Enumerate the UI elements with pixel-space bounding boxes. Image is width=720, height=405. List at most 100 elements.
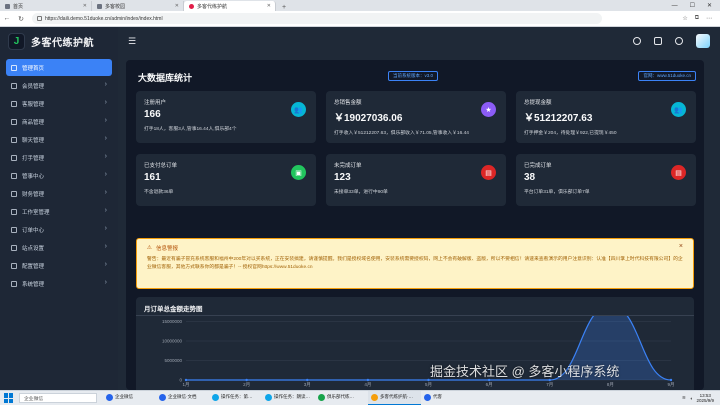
box-icon: [11, 118, 17, 125]
taskbar: 企业微信 企业微信 企业微信·文档 操作任务：第… 操作任务：朗读… 俱乐部代练…: [0, 390, 720, 405]
watermark: 掘金技术社区 @ 多客小程序系统: [430, 364, 620, 379]
close-icon[interactable]: ✕: [267, 3, 271, 9]
page-header: 大数据库统计 当前系统版本：v3.0 官网：www.51duoke.cn: [138, 70, 696, 84]
x-tick-label: 3月: [304, 382, 311, 388]
sidebar-item-studio[interactable]: 工作室管理 ›: [6, 203, 112, 220]
taskbar-app[interactable]: 企业微信·文档: [156, 391, 209, 405]
more-icon[interactable]: ⋯: [706, 15, 712, 22]
taskbar-app[interactable]: 企业微信: [103, 391, 156, 405]
taskbar-app[interactable]: 代客: [421, 391, 474, 405]
chevron-right-icon: ›: [104, 261, 107, 268]
browser-tabbar: 首页 ✕ 多客校园 ✕ 多客代练护航 ✕ + — ☐ ✕: [0, 0, 720, 11]
close-window-icon[interactable]: ✕: [707, 2, 712, 9]
taskbar-search[interactable]: 企业微信: [19, 393, 97, 403]
y-tick-label: 5000000: [164, 358, 182, 363]
mail-icon[interactable]: [654, 37, 662, 45]
stat-card-done-orders: 已完成订单 38 平台订单31单，俱乐部订单7单 ▤: [516, 154, 696, 206]
app-icon: [424, 393, 431, 401]
page-icon: [97, 3, 102, 9]
topbar: ☰: [118, 27, 720, 55]
sidebar-item-site[interactable]: 站点设置 ›: [6, 239, 112, 256]
clear-cache-icon[interactable]: [633, 37, 641, 45]
maximize-icon[interactable]: ☐: [690, 2, 695, 9]
headset-icon: [11, 100, 17, 107]
sidebar-item-finance[interactable]: 财务管理 ›: [6, 185, 112, 202]
page-title: 大数据库统计: [138, 72, 193, 83]
y-tick-label: 10000000: [162, 339, 183, 344]
browser-tab[interactable]: 多客校园 ✕: [92, 1, 184, 11]
site-badge[interactable]: 官网：www.51duoke.cn: [638, 71, 696, 81]
list-icon: [11, 226, 17, 233]
brand[interactable]: J 多客代练护航: [0, 27, 118, 55]
chevron-right-icon: ›: [104, 189, 107, 196]
globe-icon: [11, 244, 17, 251]
sidebar-item-system[interactable]: 系统管理 ›: [6, 275, 112, 292]
close-icon[interactable]: ✕: [175, 3, 179, 9]
browser-tab[interactable]: 首页 ✕: [0, 1, 92, 11]
data-point: [184, 378, 188, 382]
extensions-icon[interactable]: ⧉: [695, 15, 699, 22]
sidebar-item-goods[interactable]: 商品管理 ›: [6, 113, 112, 130]
chevron-right-icon: ›: [104, 81, 107, 88]
sidebar-item-members[interactable]: 会员管理 ›: [6, 77, 112, 94]
minimize-icon[interactable]: —: [672, 3, 678, 9]
volume-icon[interactable]: ◖: [690, 396, 693, 401]
stat-card-users: 注册用户 166 打手18人，客服3人,管事16.44人,俱乐部4个 👥: [136, 91, 316, 143]
sidebar-menu: 管理首页 会员管理 › 客服管理 › 商品管理 › 聊天管理 › 打手管理 › 管事中心 ›…: [0, 55, 118, 297]
x-tick-label: 6月: [486, 382, 493, 388]
sidebar-item-orders[interactable]: 订单中心 ›: [6, 221, 112, 238]
app-icon: [106, 393, 113, 401]
url-field[interactable]: https://daili.demo.51duoke.cn/admin/inde…: [32, 13, 602, 24]
app-icon: [265, 393, 272, 401]
bell-icon[interactable]: [675, 37, 683, 45]
chevron-right-icon: ›: [104, 135, 107, 142]
wifi-icon[interactable]: ≋: [682, 395, 686, 401]
topbar-actions: [633, 34, 720, 48]
sidebar-item-config[interactable]: 配置管理 ›: [6, 257, 112, 274]
back-icon[interactable]: ←: [0, 15, 14, 22]
star-icon[interactable]: ☆: [682, 15, 687, 22]
sidebar-item-chat[interactable]: 聊天管理 ›: [6, 131, 112, 148]
sidebar-item-home[interactable]: 管理首页: [6, 59, 112, 76]
brand-name: 多客代练护航: [31, 37, 94, 49]
chevron-right-icon: ›: [104, 279, 107, 286]
x-tick-label: 8月: [607, 382, 614, 388]
x-tick-label: 1月: [182, 382, 189, 388]
taskbar-app-active[interactable]: 多客代练护航·…: [368, 390, 421, 405]
address-bar: ← ↻ https://daili.demo.51duoke.cn/admin/…: [0, 11, 720, 27]
sidebar-item-managers[interactable]: 管事中心 ›: [6, 167, 112, 184]
taskbar-app[interactable]: 操作任务：第…: [209, 391, 262, 405]
new-tab-button[interactable]: +: [276, 4, 292, 11]
browser-toolbar: ☆ ⧉ ⋯: [682, 15, 720, 22]
windows-start-icon[interactable]: [4, 393, 14, 403]
x-tick-label: 2月: [243, 382, 250, 388]
wallet-icon: ▣: [291, 165, 306, 180]
chevron-right-icon: ›: [104, 207, 107, 214]
close-icon[interactable]: ✕: [83, 3, 87, 9]
chevron-right-icon: ›: [104, 243, 107, 250]
chart-title: 月订单总金额走势图: [144, 306, 203, 313]
close-icon[interactable]: ×: [679, 243, 683, 250]
avatar[interactable]: [696, 34, 710, 48]
sidebar-item-service[interactable]: 客服管理 ›: [6, 95, 112, 112]
home-icon: [11, 64, 17, 71]
stat-card-withdraw: 总提现金额 ￥51212207.63 打手押金￥204，待处理￥922,已提现￥…: [516, 91, 696, 143]
chat-icon: [11, 136, 17, 143]
window-controls: — ☐ ✕: [664, 0, 720, 11]
browser-tab-active[interactable]: 多客代练护航 ✕: [184, 1, 276, 11]
site-icon: [189, 3, 194, 9]
app-icon: [159, 393, 166, 401]
gear-icon: [11, 262, 17, 269]
sidebar: J 多客代练护航 管理首页 会员管理 › 客服管理 › 商品管理 › 聊天管理 › 打手…: [0, 27, 118, 390]
data-point: [245, 378, 248, 382]
taskbar-app[interactable]: 俱乐部代练…: [315, 391, 368, 405]
app-icon: [371, 393, 378, 401]
stat-card-sales: 总销售金额 ￥19027036.06 打手收入￥51212207.63，俱乐部收…: [326, 91, 506, 143]
refresh-icon[interactable]: ↻: [14, 15, 28, 23]
alert-notice: ⚠ 信息警报 警告：最近有骗子冒充系统客服和福州中200年对以买系统，正在安装搞建…: [136, 238, 694, 289]
taskbar-app[interactable]: 操作任务：朗读…: [262, 391, 315, 405]
menu-toggle-icon[interactable]: ☰: [128, 36, 137, 47]
lock-icon: [37, 16, 42, 21]
clock[interactable]: 13:53 2025/9/9: [696, 393, 714, 403]
sidebar-item-players[interactable]: 打手管理 ›: [6, 149, 112, 166]
